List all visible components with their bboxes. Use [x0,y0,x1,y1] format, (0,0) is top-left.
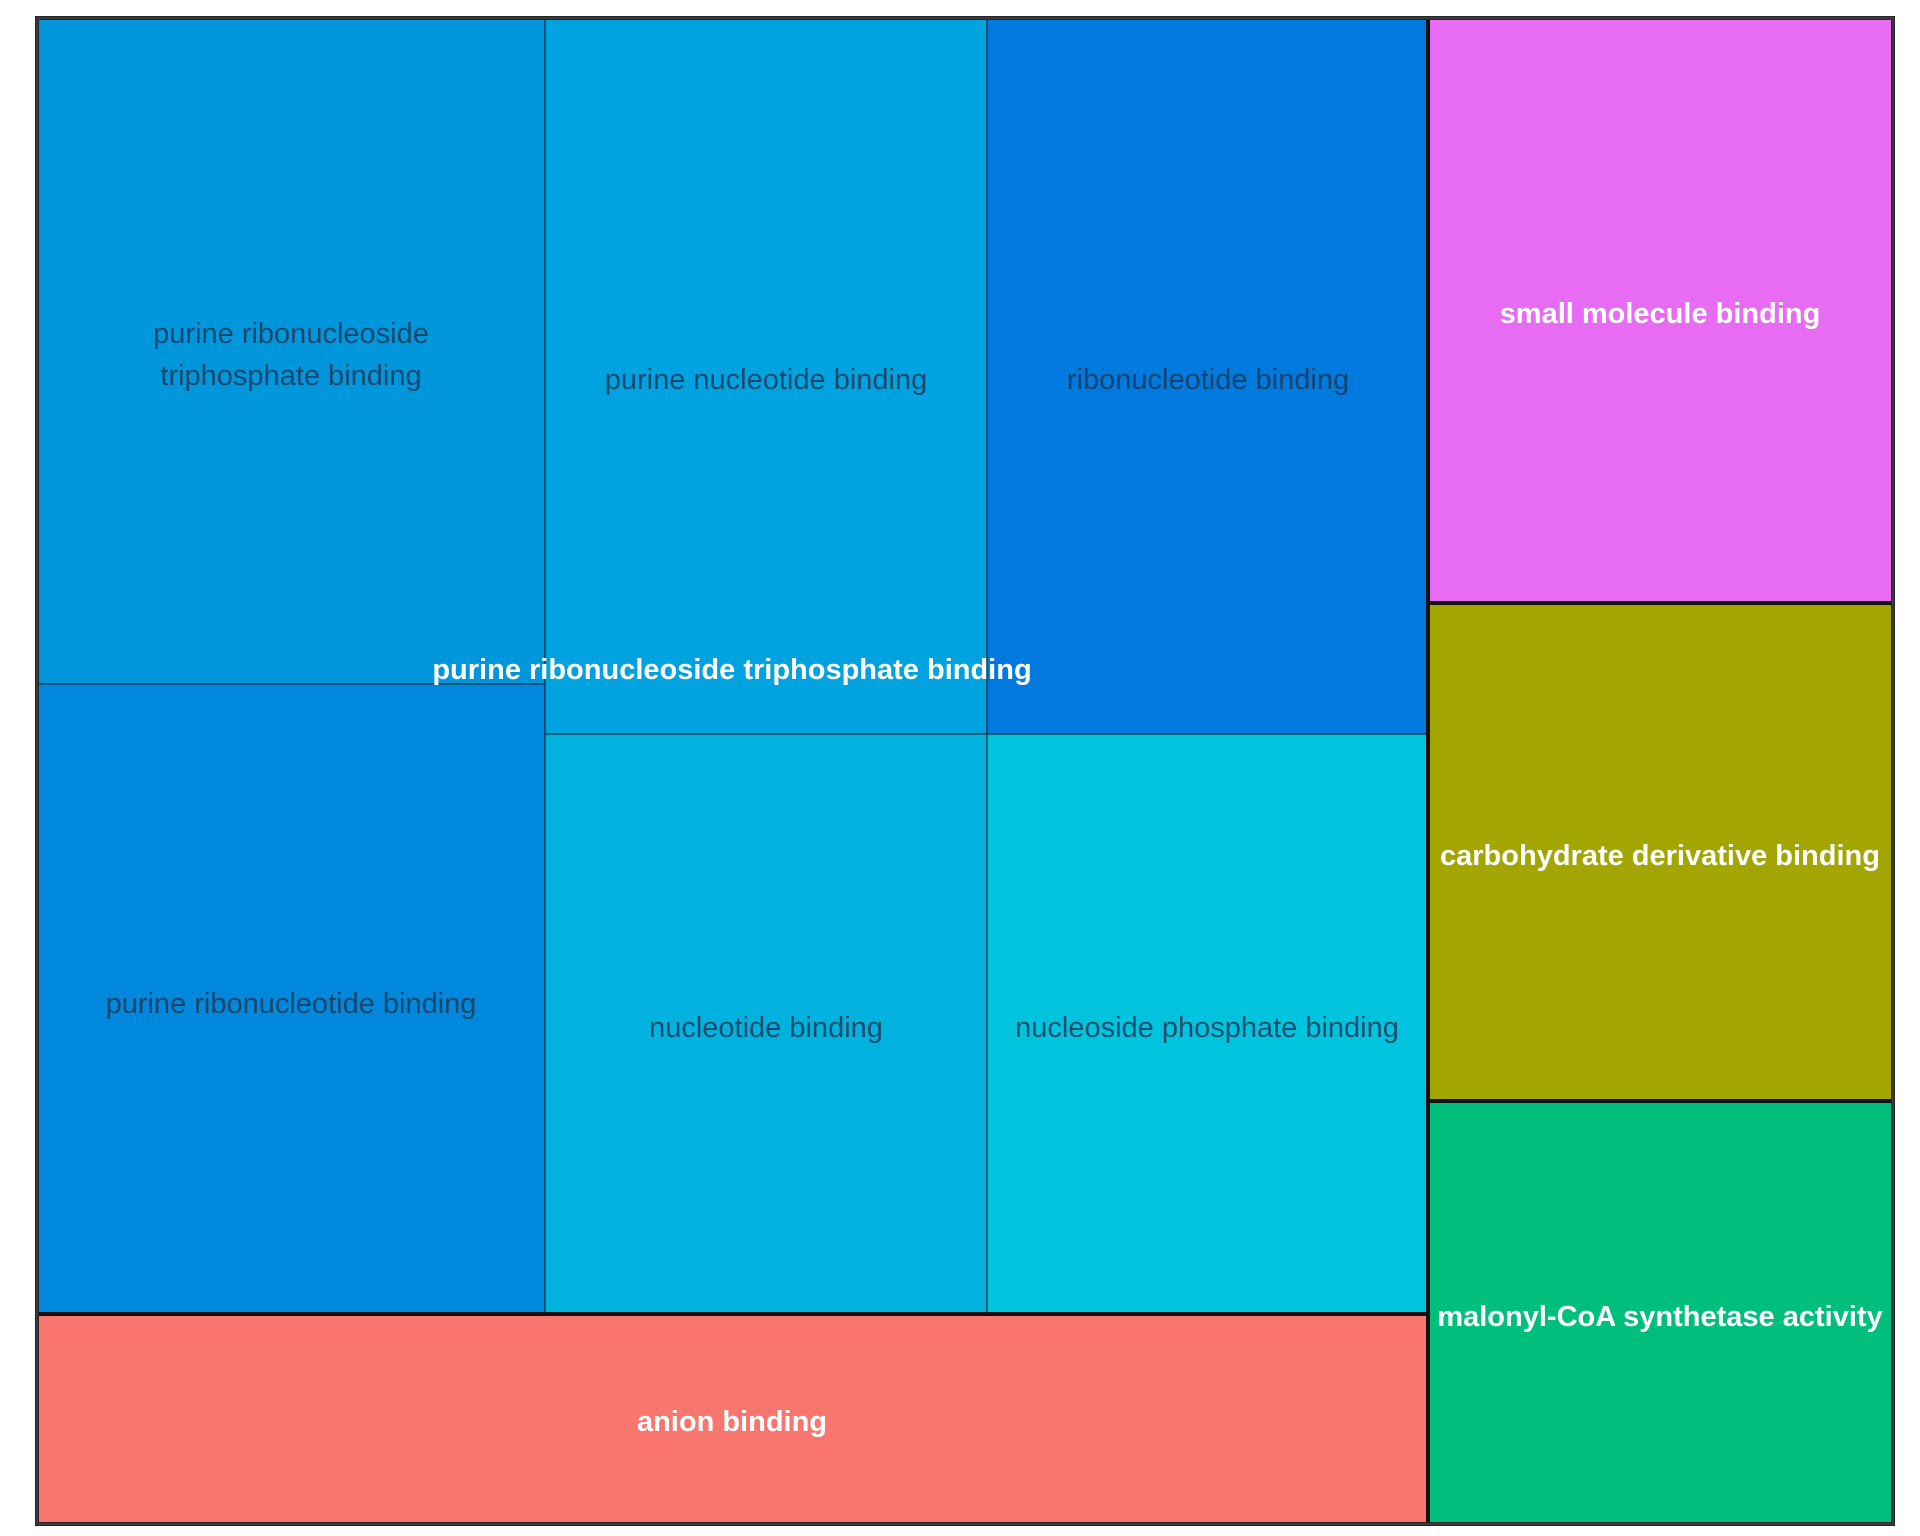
leaf-label-nucleoside-phosphate-binding: nucleoside phosphate binding [1015,1012,1399,1044]
group-label-carbohydrate-derivative-binding: carbohydrate derivative binding [1440,840,1880,872]
group-label-small-molecule-binding: small molecule binding [1500,298,1821,330]
leaf-tile-purine-ribonucleoside-triphosphate-binding-leaf [36,17,546,685]
treemap-chart: purine ribonucleoside triphosphate bindin… [35,16,1895,1526]
leaf-label-ribonucleotide-binding: ribonucleotide binding [1067,364,1349,396]
leaf-label-purine-nucleotide-binding: purine nucleotide binding [605,364,927,396]
group-label-purine-ribonucleoside-triphosphate-binding: purine ribonucleoside triphosphate bindi… [432,654,1031,686]
group-label-malonyl-coa-synthetase-activity: malonyl-CoA synthetase activity [1437,1301,1882,1333]
leaf-label-nucleotide-binding: nucleotide binding [649,1012,883,1044]
group-label-anion-binding: anion binding [637,1406,827,1438]
leaf-label-purine-ribonucleotide-binding: purine ribonucleotide binding [106,988,477,1020]
